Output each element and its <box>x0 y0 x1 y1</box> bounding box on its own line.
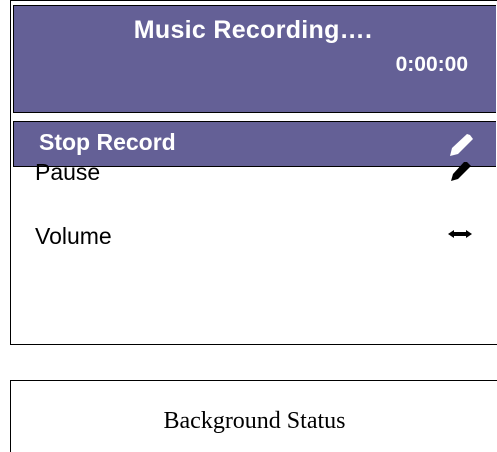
background-status-label: Background Status <box>163 408 346 434</box>
menu-item-label: Volume <box>35 223 112 249</box>
menu-item-pause[interactable]: Pause <box>13 149 496 195</box>
title-bar: Music Recording…. 0:00:00 <box>13 5 496 113</box>
menu-item-label: Pause <box>35 159 101 185</box>
phone-screen: Music Recording…. 0:00:00 Stop Record Pa… <box>10 0 497 345</box>
screen-title: Music Recording…. <box>133 16 373 44</box>
menu-item-volume[interactable]: Volume <box>13 213 496 259</box>
recording-timer: 0:00:00 <box>395 53 468 76</box>
double-arrow-icon <box>448 230 472 238</box>
background-status-panel: Background Status <box>10 380 497 452</box>
pencil-icon <box>451 162 471 181</box>
